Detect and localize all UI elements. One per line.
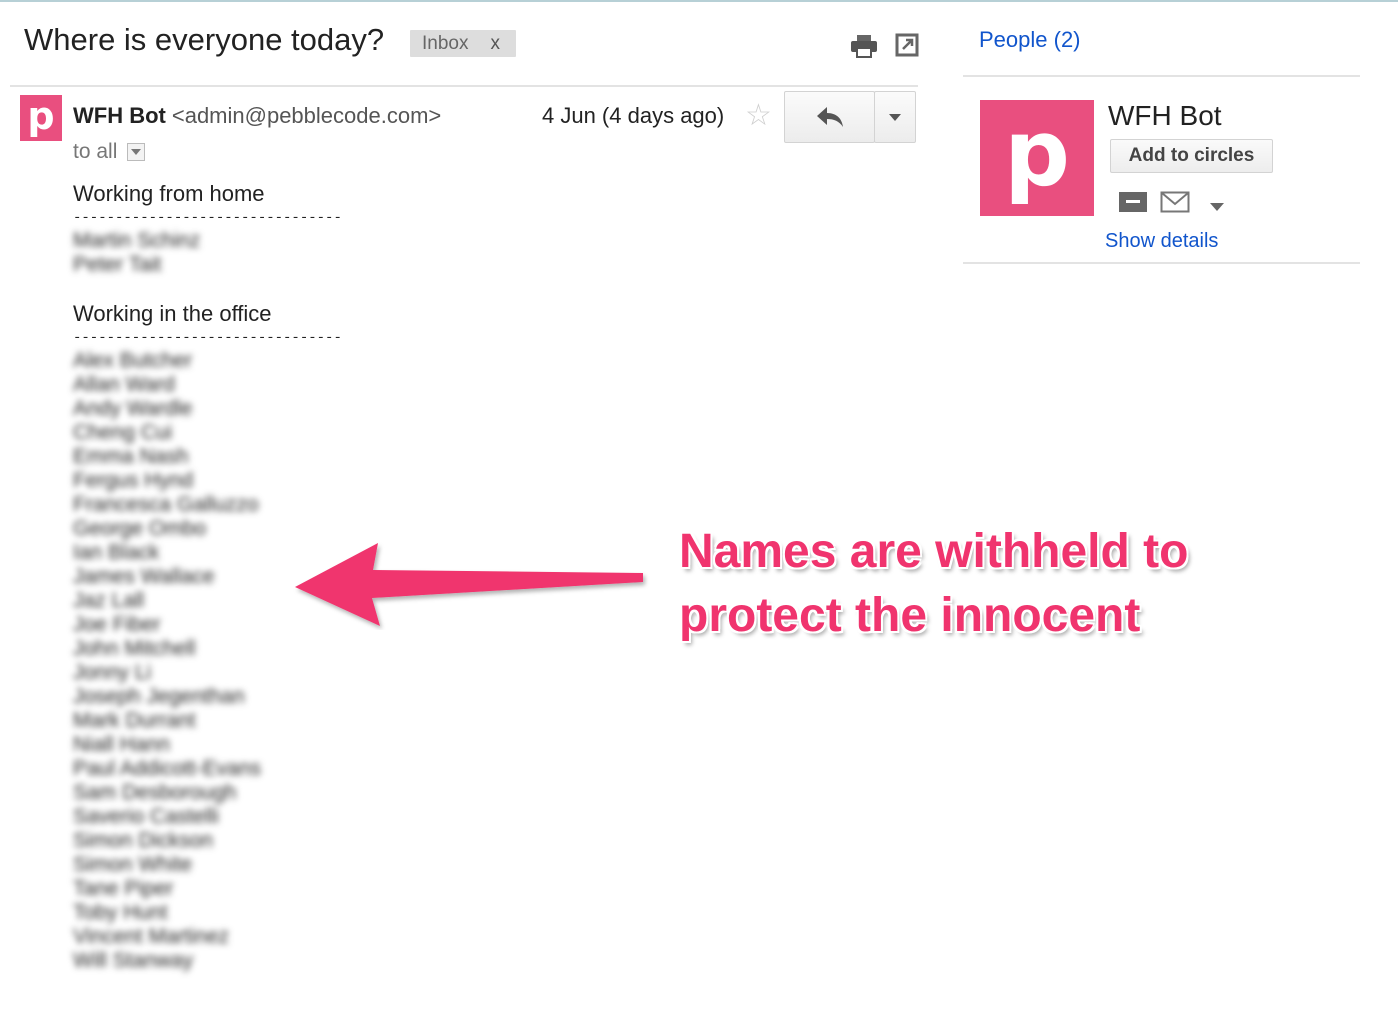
redacted-name: Jonny Li (73, 661, 152, 684)
redacted-name: Sam Desborough (73, 781, 237, 804)
print-icon[interactable] (850, 33, 877, 59)
redacted-name: Toby Hunt (73, 901, 168, 924)
redacted-name: John Mitchell (73, 637, 196, 660)
section-heading-office: Working in the office (73, 301, 272, 326)
redacted-name: Niall Hann (73, 733, 170, 756)
sender-email: <admin@pebblecode.com> (171, 103, 442, 128)
redacted-name: Vincent Martinez (73, 925, 230, 948)
recipients-line: to all (73, 140, 146, 164)
redacted-name: Alex Butcher (73, 349, 193, 372)
show-details-link[interactable]: Show details (1105, 230, 1218, 253)
new-window-icon[interactable] (895, 33, 921, 59)
add-to-circles-button[interactable]: Add to circles (1110, 139, 1273, 173)
sender-name[interactable]: WFH Bot (73, 103, 166, 128)
redacted-name: George Ombo (73, 517, 207, 540)
sender-avatar[interactable]: p (20, 95, 62, 141)
redacted-name: Simon White (73, 853, 193, 876)
contact-avatar[interactable]: p (980, 100, 1094, 216)
recipients-text: to all (73, 140, 118, 163)
remove-label-button[interactable]: x (490, 33, 500, 55)
redacted-name: Joseph Jegenthan (73, 685, 245, 708)
separator-line: -------------------------------- (73, 210, 342, 226)
annotation-text: Names are withheld to protect the innoce… (679, 520, 1188, 648)
label-text: Inbox (422, 32, 469, 54)
annotation-line-1: Names are withheld to (679, 525, 1189, 578)
redacted-name: Mark Durrant (73, 709, 196, 732)
reply-button[interactable] (784, 91, 875, 143)
header-divider (10, 85, 918, 87)
redacted-name: Andy Wardle (73, 397, 193, 420)
section-heading-home: Working from home (73, 181, 265, 206)
dropdown-arrow-icon (889, 113, 901, 121)
redacted-name: Tane Piper (73, 877, 174, 900)
sidebar-divider (963, 262, 1360, 264)
top-border (0, 0, 1398, 2)
more-actions-button[interactable] (874, 91, 916, 143)
people-link[interactable]: People (2) (979, 27, 1081, 53)
office-names-list: Alex Butcher Allan Ward Andy Wardle Cheng C… (73, 349, 261, 973)
annotation-arrow (295, 543, 643, 626)
annotation-line-2: protect the innocent (679, 589, 1141, 642)
archive-icon[interactable] (1118, 191, 1148, 218)
redacted-name: Cheng Cui (73, 421, 173, 444)
redacted-name: Simon Dickson (73, 829, 214, 852)
redacted-name: Paul Addicott-Evans (73, 757, 261, 780)
redacted-name: Martin Schinz (73, 229, 201, 252)
redacted-name: Fergus Hynd (73, 469, 194, 492)
contact-name: WFH Bot (1108, 100, 1222, 131)
redacted-name: Peter Tait (73, 253, 162, 276)
chevron-down-icon (131, 149, 142, 155)
redacted-name: Emma Nash (73, 445, 189, 468)
sidebar-divider (963, 75, 1360, 77)
star-icon[interactable]: ☆ (745, 101, 772, 131)
dropdown-arrow-icon[interactable] (1210, 198, 1224, 216)
reply-icon (816, 107, 843, 127)
redacted-name: Allan Ward (73, 373, 175, 396)
home-names-list: Martin Schinz Peter Tait (73, 229, 200, 277)
email-subject: Where is everyone today? (24, 22, 385, 57)
redacted-name: James Wallace (73, 565, 215, 588)
inbox-label-chip[interactable]: Inbox x (410, 30, 516, 57)
show-recipients-button[interactable] (127, 143, 146, 161)
redacted-name: Jaz Lall (73, 589, 145, 612)
separator-line: -------------------------------- (73, 330, 342, 346)
redacted-name: Ian Black (73, 541, 160, 564)
redacted-name: Saverio Castelli (73, 805, 219, 828)
email-date: 4 Jun (4 days ago) (542, 103, 725, 128)
redacted-name: Will Stanway (73, 949, 194, 972)
sender-line: WFH Bot <admin@pebblecode.com> (73, 103, 441, 129)
redacted-name: Joe Fiber (73, 613, 161, 636)
email-icon[interactable] (1160, 191, 1190, 218)
redacted-name: Francesca Galluzzo (73, 493, 259, 516)
